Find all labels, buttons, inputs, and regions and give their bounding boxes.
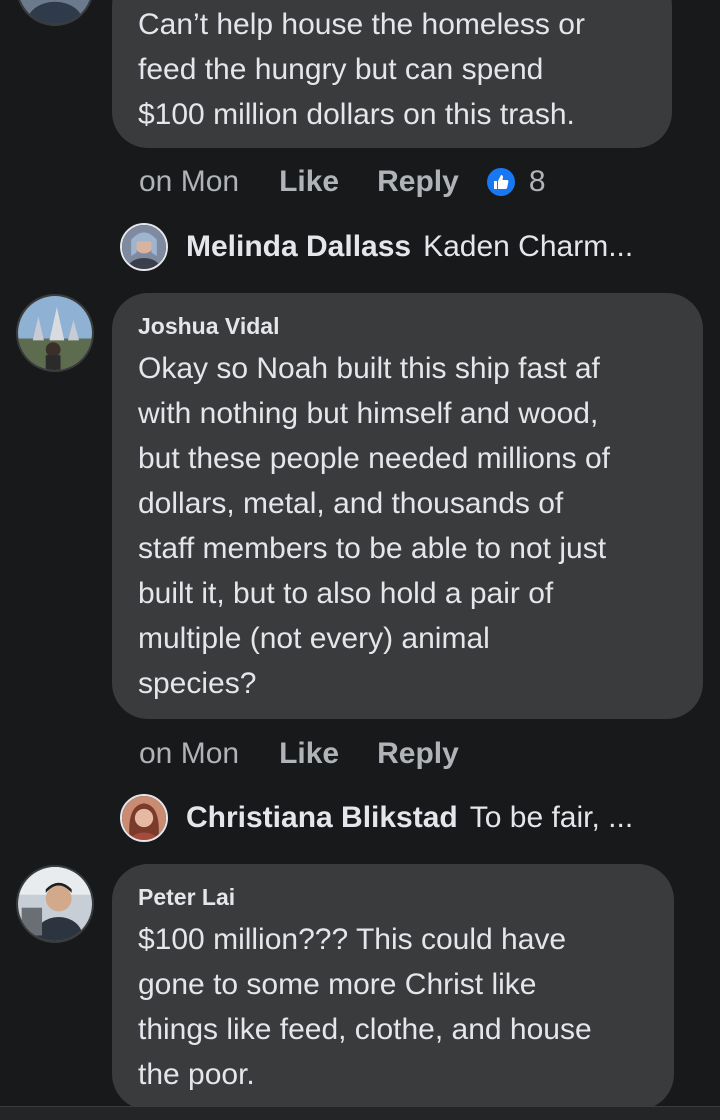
comment-text-line: species? bbox=[138, 667, 257, 700]
reply-button[interactable]: Reply bbox=[377, 165, 459, 199]
comment-text-line: gone to some more Christ like bbox=[138, 968, 537, 1001]
reply-button[interactable]: Reply bbox=[377, 737, 459, 771]
comment-text-line: built it, but to also hold a pair of bbox=[138, 577, 554, 610]
comment-actions: on Mon Like Reply 8 bbox=[139, 162, 546, 202]
bottom-bar bbox=[0, 1106, 720, 1120]
reply-avatar bbox=[120, 794, 168, 842]
comment-text-line: dollars, metal, and thousands of bbox=[138, 487, 564, 520]
comment-thread: Can’t help house the homeless or feed th… bbox=[0, 0, 720, 1120]
reply-snippet: Kaden Charm... bbox=[423, 230, 634, 263]
comment-bubble: Peter Lai $100 million??? This could hav… bbox=[112, 864, 674, 1110]
avatar-image bbox=[18, 867, 92, 941]
comment-text-line: staff members to be able to not just bbox=[138, 532, 607, 565]
comment-text-line: the poor. bbox=[138, 1058, 255, 1091]
comment-text-line: but these people needed millions of bbox=[138, 442, 611, 475]
reply-author-name[interactable]: Christiana Blikstad bbox=[186, 801, 458, 835]
comment-timestamp[interactable]: on Mon bbox=[139, 737, 239, 771]
like-button[interactable]: Like bbox=[279, 737, 339, 771]
avatar-image bbox=[18, 0, 92, 24]
comment-timestamp[interactable]: on Mon bbox=[139, 165, 239, 199]
like-button[interactable]: Like bbox=[279, 165, 339, 199]
comment-actions: on Mon Like Reply bbox=[139, 734, 497, 774]
reply-preview[interactable]: Melinda Dallass Kaden Charm... bbox=[120, 221, 633, 273]
comment-text-line: feed the hungry but can spend bbox=[138, 53, 544, 86]
reply-snippet: To be fair, ... bbox=[469, 801, 634, 834]
reply-avatar bbox=[120, 223, 168, 271]
comment-author-name[interactable]: Peter Lai bbox=[138, 884, 648, 911]
avatar-image bbox=[18, 296, 92, 370]
thumbs-up-icon[interactable] bbox=[484, 166, 517, 198]
commenter-avatar[interactable] bbox=[16, 865, 94, 943]
comment-text-line: multiple (not every) animal bbox=[138, 622, 490, 655]
comment-text-line: $100 million??? This could have bbox=[138, 923, 567, 956]
commenter-avatar[interactable] bbox=[16, 294, 94, 372]
comment-text-line: $100 million dollars on this trash. bbox=[138, 98, 575, 131]
comment-text-line: things like feed, clothe, and house bbox=[138, 1013, 592, 1046]
reaction-count[interactable]: 8 bbox=[529, 165, 546, 199]
comment-bubble: Can’t help house the homeless or feed th… bbox=[112, 0, 672, 148]
comment-bubble: Joshua Vidal Okay so Noah built this shi… bbox=[112, 293, 703, 719]
commenter-avatar[interactable] bbox=[16, 0, 94, 26]
reply-author-name[interactable]: Melinda Dallass bbox=[186, 230, 411, 264]
comment-text-line: with nothing but himself and wood, bbox=[138, 397, 599, 430]
comment-author-name[interactable]: Joshua Vidal bbox=[138, 313, 677, 340]
comment-text-line: Okay so Noah built this ship fast af bbox=[138, 352, 600, 385]
comment-text-line: Can’t help house the homeless or bbox=[138, 8, 585, 41]
reply-preview[interactable]: Christiana Blikstad To be fair, ... bbox=[120, 792, 633, 844]
